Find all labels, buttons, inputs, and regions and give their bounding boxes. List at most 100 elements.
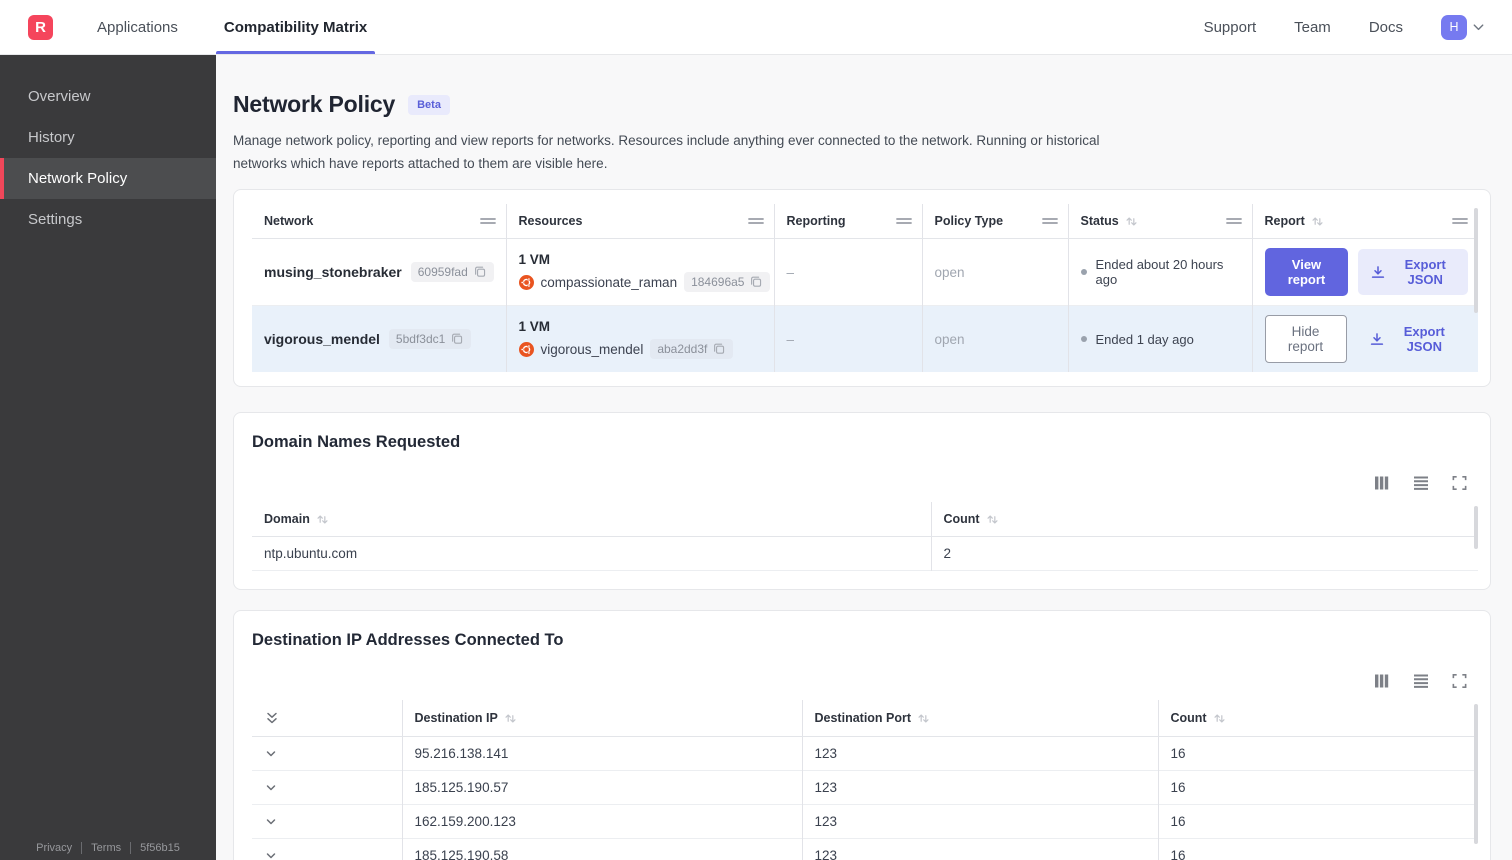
avatar[interactable]: H: [1441, 14, 1467, 40]
count-value: 2: [930, 536, 1478, 571]
report-toggle-button[interactable]: Hide report: [1264, 315, 1347, 364]
fullscreen-icon[interactable]: [1451, 672, 1468, 690]
column-menu-icon[interactable]: [1225, 214, 1242, 228]
networks-table: Network Resources Reporting Policy Type …: [252, 204, 1478, 373]
status-dot: [1080, 269, 1087, 276]
privacy-link[interactable]: Privacy: [36, 842, 72, 854]
top-navbar: R Applications Compatibility Matrix Supp…: [0, 0, 1512, 55]
nav-link[interactable]: Team: [1294, 19, 1331, 36]
vm-count: 1 VM: [518, 319, 551, 335]
destination-port-value: 123: [801, 838, 1158, 860]
col-header-domain[interactable]: Domain: [252, 502, 931, 538]
copy-icon[interactable]: [473, 265, 487, 279]
col-header-resources[interactable]: Resources: [505, 204, 774, 240]
count-value: 16: [1157, 838, 1478, 860]
sidebar-item[interactable]: Overview: [0, 76, 216, 117]
col-header-network[interactable]: Network: [252, 204, 506, 240]
beta-badge: Beta: [408, 94, 450, 115]
destination-ip-value: 185.125.190.58: [401, 838, 802, 860]
chevron-down-icon[interactable]: [264, 781, 278, 795]
nav-tab[interactable]: Compatibility Matrix: [215, 0, 376, 54]
rows-icon[interactable]: [1412, 474, 1429, 492]
navbar-right: Support Team Docs H: [1204, 0, 1512, 54]
status-text: Ended 1 day ago: [1095, 331, 1194, 347]
user-menu[interactable]: H: [1441, 14, 1486, 40]
chevron-down-icon[interactable]: [264, 815, 278, 829]
resource-id-badge[interactable]: 184696a5: [684, 272, 771, 293]
app-logo[interactable]: R: [28, 15, 53, 40]
resource-name: compassionate_raman: [540, 274, 678, 290]
network-id-badge[interactable]: 60959fad: [410, 262, 494, 283]
sort-icon[interactable]: [1125, 215, 1138, 228]
sort-icon[interactable]: [1213, 712, 1226, 725]
copy-icon[interactable]: [712, 342, 726, 356]
nav-tab[interactable]: Applications: [89, 0, 186, 54]
copy-icon[interactable]: [749, 275, 763, 289]
chevron-down-icon[interactable]: [264, 747, 278, 761]
rows-icon[interactable]: [1412, 672, 1429, 690]
domains-card: Domain Names Requested Domain Count ntp.…: [233, 412, 1491, 591]
copy-icon[interactable]: [450, 332, 464, 346]
sort-icon[interactable]: [986, 513, 999, 526]
divider: [130, 842, 132, 854]
column-menu-icon[interactable]: [1041, 214, 1058, 228]
main-content: Network Policy Beta Manage network polic…: [216, 55, 1512, 860]
nav-link[interactable]: Support: [1204, 19, 1257, 36]
sidebar-footer: Privacy Terms 5f56b15: [0, 842, 216, 854]
col-header-status[interactable]: Status: [1067, 204, 1252, 240]
column-menu-icon[interactable]: [1452, 214, 1468, 228]
domains-table: Domain Count ntp.ubuntu.com 2: [252, 502, 1478, 571]
col-header-reporting[interactable]: Reporting: [773, 204, 922, 240]
export-json-button[interactable]: Export JSON: [1358, 249, 1468, 296]
col-header-count[interactable]: Count: [1157, 700, 1478, 738]
terms-link[interactable]: Terms: [91, 842, 121, 854]
ip-row[interactable]: 95.216.138.141 123 16: [252, 736, 1478, 771]
col-header-destination-ip[interactable]: Destination IP: [401, 700, 802, 738]
column-menu-icon[interactable]: [895, 214, 912, 228]
columns-icon[interactable]: [1373, 672, 1390, 690]
count-value: 16: [1157, 770, 1478, 805]
col-header-count[interactable]: Count: [930, 502, 1478, 538]
columns-icon[interactable]: [1373, 474, 1390, 492]
count-value: 16: [1157, 736, 1478, 771]
ip-row[interactable]: 162.159.200.123 123 16: [252, 804, 1478, 839]
reporting-value: –: [773, 305, 922, 373]
col-header-policy-type[interactable]: Policy Type: [921, 204, 1068, 240]
report-toggle-button[interactable]: View report: [1264, 248, 1349, 297]
column-menu-icon[interactable]: [479, 214, 496, 228]
fullscreen-icon[interactable]: [1451, 474, 1468, 492]
resource-id-badge[interactable]: aba2dd3f: [650, 339, 734, 360]
download-icon: [1370, 264, 1386, 280]
destination-port-value: 123: [801, 736, 1158, 771]
chevron-down-icon[interactable]: [264, 849, 278, 860]
domain-row[interactable]: ntp.ubuntu.com 2: [252, 536, 1478, 571]
column-menu-icon[interactable]: [747, 214, 764, 228]
sort-icon[interactable]: [917, 712, 930, 725]
policy-type-value: open: [921, 238, 1068, 306]
destination-ip-value: 162.159.200.123: [401, 804, 802, 839]
networks-card: Network Resources Reporting Policy Type …: [233, 189, 1491, 388]
page-description: Manage network policy, reporting and vie…: [233, 133, 1100, 172]
col-header-destination-port[interactable]: Destination Port: [801, 700, 1158, 738]
sidebar-item[interactable]: History: [0, 117, 216, 158]
network-row[interactable]: musing_stonebraker 60959fad 1 VM compass…: [252, 238, 1478, 306]
destination-port-value: 123: [801, 804, 1158, 839]
sidebar-item[interactable]: Settings: [0, 199, 216, 240]
export-json-button[interactable]: Export JSON: [1357, 316, 1468, 362]
sort-icon[interactable]: [1311, 215, 1324, 228]
network-id-badge[interactable]: 5bdf3dc1: [388, 329, 472, 350]
col-header-report[interactable]: Report: [1251, 204, 1478, 240]
ip-row[interactable]: 185.125.190.58 123 16: [252, 838, 1478, 860]
expand-all-header[interactable]: [252, 700, 402, 738]
domains-card-title: Domain Names Requested: [252, 433, 461, 452]
nav-link[interactable]: Docs: [1369, 19, 1403, 36]
ips-table: Destination IP Destination Port Count 95…: [252, 700, 1478, 860]
network-row[interactable]: vigorous_mendel 5bdf3dc1 1 VM vigorous_m…: [252, 305, 1478, 373]
page-title: Network Policy: [233, 91, 396, 117]
double-chevron-down-icon[interactable]: [264, 710, 280, 726]
ip-row[interactable]: 185.125.190.57 123 16: [252, 770, 1478, 805]
sort-icon[interactable]: [316, 513, 329, 526]
sidebar: Overview History Network Policy Settings…: [0, 55, 216, 860]
sidebar-item[interactable]: Network Policy: [0, 158, 216, 199]
sort-icon[interactable]: [504, 712, 517, 725]
